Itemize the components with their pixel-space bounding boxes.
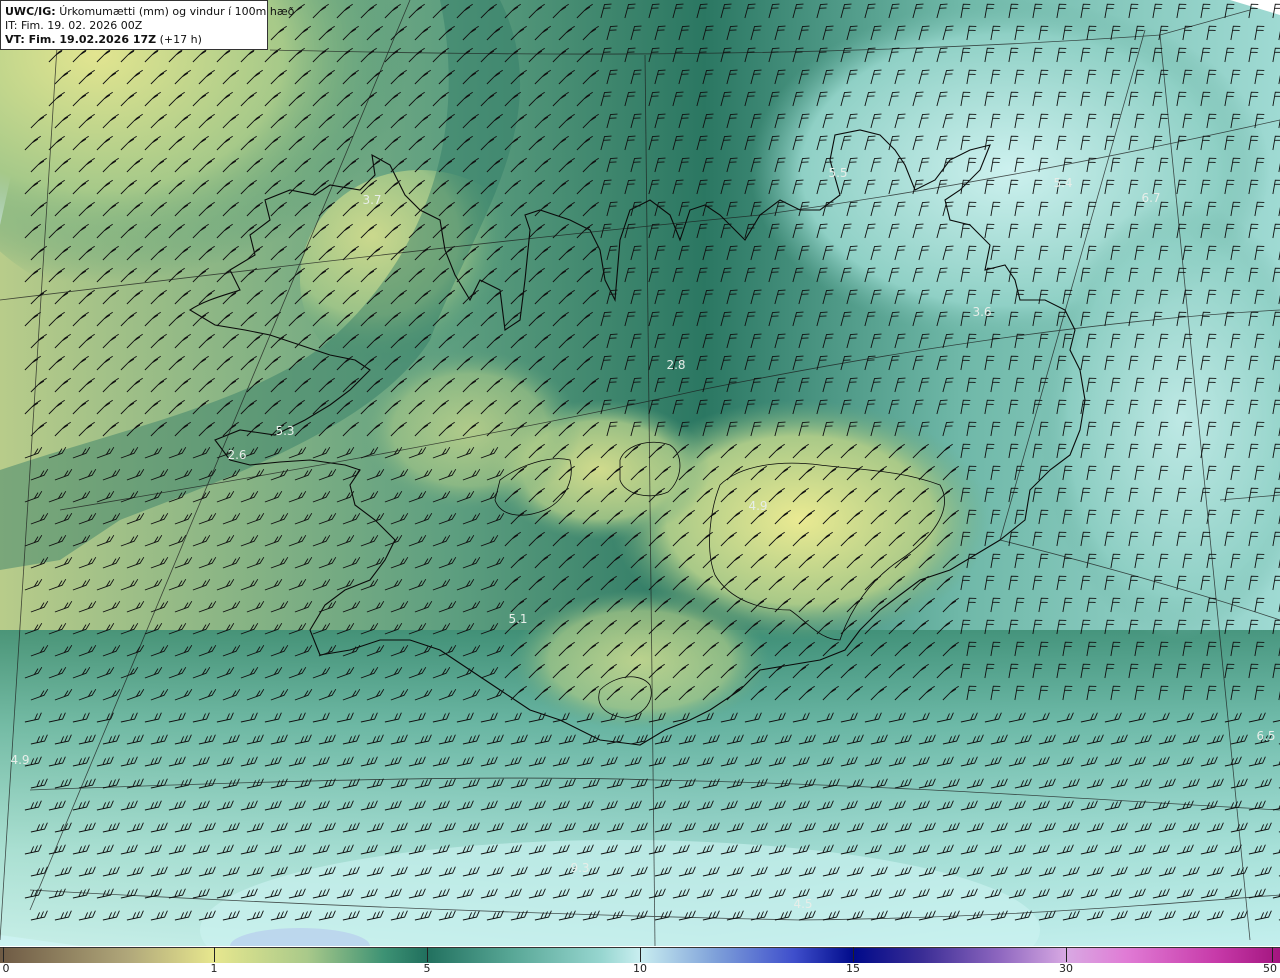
model-name: UWC/IG: xyxy=(5,5,56,18)
value-label: 5.5 xyxy=(828,166,847,180)
colorbar-tick-label: 10 xyxy=(633,962,647,975)
value-label: 5.1 xyxy=(508,612,527,626)
initial-time: IT: Fim. 19. 02. 2026 00Z xyxy=(5,19,143,32)
title-row: UWC/IG: Úrkomumætti (mm) og vindur í 100… xyxy=(5,5,294,19)
value-label: 4.9 xyxy=(10,753,29,767)
valid-time: VT: Fim. 19.02.2026 17Z xyxy=(5,33,157,46)
value-label: 2.6 xyxy=(227,448,246,462)
value-label: 4.9 xyxy=(748,499,767,513)
colorbar-tickmark xyxy=(3,947,4,962)
value-label: 3.6 xyxy=(972,305,991,319)
value-label: 4.5 xyxy=(793,897,812,911)
map-title: Úrkomumætti (mm) og vindur í 100m hæð xyxy=(59,5,295,18)
value-label: 9.3 xyxy=(570,861,589,875)
colorbar-tickmark xyxy=(1272,947,1273,962)
colorbar-tickmark xyxy=(214,947,215,962)
value-label: 5.4 xyxy=(1053,176,1072,190)
colorbar-tickmark xyxy=(1066,947,1067,962)
map-info-box: UWC/IG: Úrkomumætti (mm) og vindur í 100… xyxy=(0,0,294,50)
colorbar-tickmark xyxy=(640,947,641,962)
colorbar-tickmark xyxy=(427,947,428,962)
colorbar-tickmark xyxy=(853,947,854,962)
colorbar-tick-label: 1 xyxy=(210,962,218,975)
forecast-lead: (+17 h) xyxy=(159,33,202,46)
value-label: 6.7 xyxy=(1141,191,1160,205)
colorbar-tick-label: 0 xyxy=(2,962,10,975)
precipitable-water-wind-map: 5.3 2.6 2.8 3.6 4.9 5.1 6.7 5.4 4.9 6.5 9.3 4.5 3.7 5… xyxy=(0,0,1280,946)
colorbar-tick-label: 15 xyxy=(846,962,860,975)
value-label: 6.5 xyxy=(1256,729,1275,743)
colorbar-tick-label: 50 xyxy=(1263,962,1277,975)
value-label: 5.3 xyxy=(275,424,294,438)
value-label: 3.7 xyxy=(362,193,381,207)
colorbar-tick-label: 30 xyxy=(1059,962,1073,975)
valid-time-row: VT: Fim. 19.02.2026 17Z (+17 h) xyxy=(5,33,263,47)
value-label: 2.8 xyxy=(666,358,685,372)
colorbar-tick-label: 5 xyxy=(423,962,431,975)
